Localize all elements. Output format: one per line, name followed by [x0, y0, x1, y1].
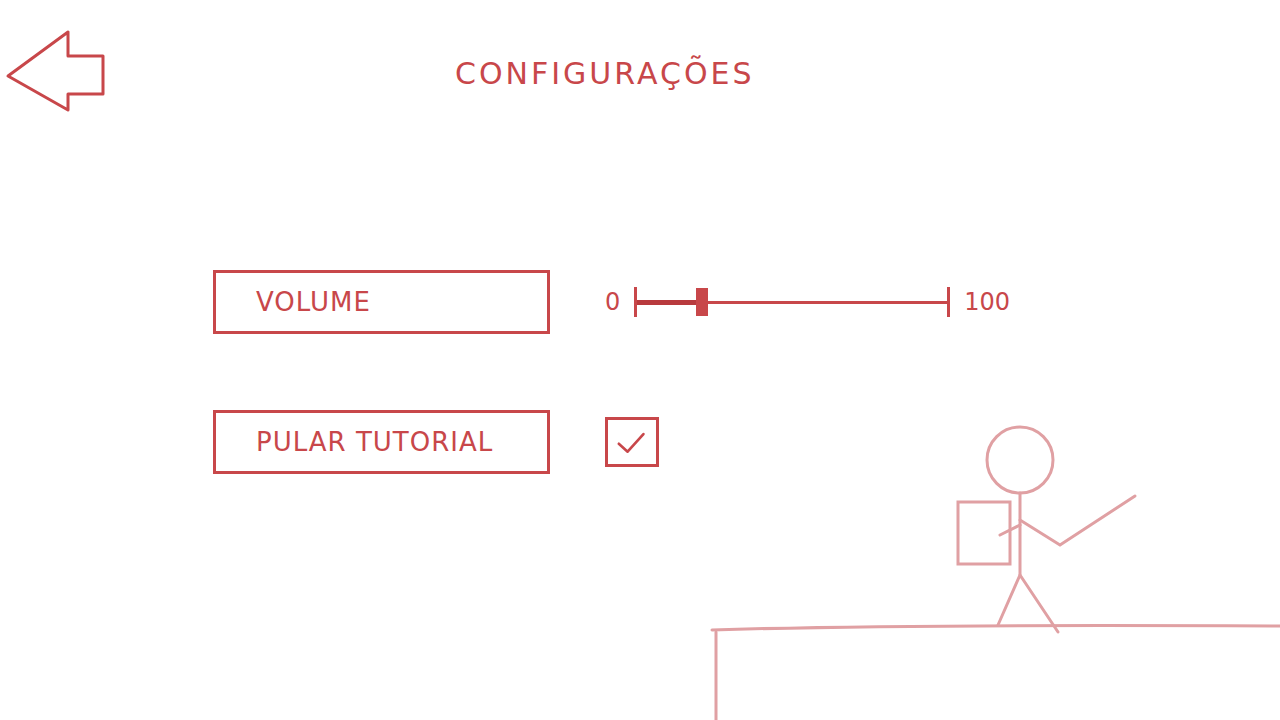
settings-screen: CONFIGURAÇÕES VOLUME 0 100 PULAR TUTORIAL: [0, 0, 1280, 720]
title: CONFIGURAÇÕES: [455, 56, 755, 91]
settings-list: VOLUME 0 100 PULAR TUTORIAL: [0, 270, 1280, 474]
slider-thumb[interactable]: [696, 288, 708, 316]
stick-figure-illustration: [700, 410, 1280, 720]
figure-head: [987, 427, 1053, 493]
checkbox[interactable]: [605, 417, 659, 467]
setting-label: VOLUME: [213, 270, 550, 334]
slider-min: 0: [605, 288, 620, 316]
setting-row: PULAR TUTORIAL: [213, 410, 1280, 474]
slider-fill: [637, 300, 702, 305]
sign-board: [958, 502, 1010, 564]
slider-track[interactable]: [634, 301, 950, 304]
slider-max: 100: [964, 288, 1010, 316]
platform-edge: [715, 632, 718, 720]
volume-slider[interactable]: 0 100: [605, 288, 1010, 316]
header: CONFIGURAÇÕES: [0, 0, 1280, 118]
setting-label: PULAR TUTORIAL: [213, 410, 550, 474]
back-arrow-icon[interactable]: [0, 28, 110, 118]
setting-row: VOLUME 0 100: [213, 270, 1280, 334]
check-icon: [608, 420, 656, 464]
platform-line: [712, 626, 1280, 631]
